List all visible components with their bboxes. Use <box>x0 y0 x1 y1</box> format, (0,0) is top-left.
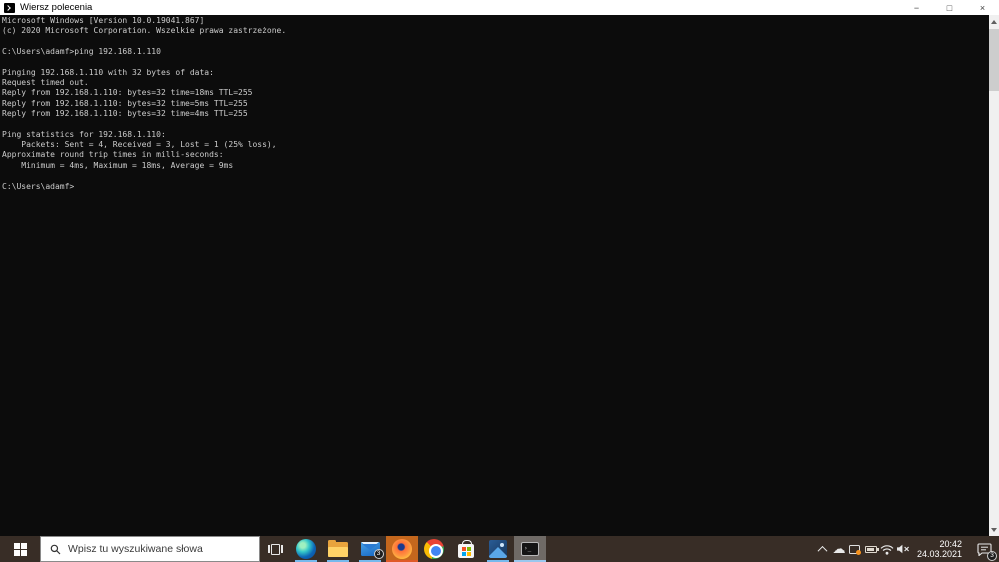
console-line: Reply from 192.168.1.110: bytes=32 time=… <box>2 109 248 119</box>
console-output[interactable]: Microsoft Windows [Version 10.0.19041.86… <box>0 15 989 536</box>
window-controls: − □ × <box>900 0 999 15</box>
close-button[interactable]: × <box>966 0 999 15</box>
desktop-screen: Wiersz polecenia − □ × Microsoft Windows… <box>0 0 999 562</box>
display-notification-icon <box>849 544 862 555</box>
display-notification-button[interactable] <box>847 536 863 562</box>
show-hidden-icons-button[interactable] <box>815 536 831 562</box>
volume-button[interactable] <box>895 536 911 562</box>
battery-icon <box>864 545 879 553</box>
taskbar-app-store[interactable] <box>450 536 482 562</box>
scroll-up-icon[interactable] <box>989 15 999 28</box>
console-line: Minimum = 4ms, Maximum = 18ms, Average =… <box>2 160 234 170</box>
taskbar-app-firefox[interactable] <box>386 536 418 562</box>
task-view-icon <box>267 543 283 555</box>
console-line: Pinging 192.168.1.110 with 32 bytes of d… <box>2 67 214 77</box>
console-scrollbar[interactable] <box>989 15 999 536</box>
taskbar-search[interactable] <box>40 536 260 562</box>
taskbar-app-mail[interactable]: 3 <box>354 536 386 562</box>
minimize-button[interactable]: − <box>900 0 933 15</box>
console-line: Reply from 192.168.1.110: bytes=32 time=… <box>2 98 248 108</box>
console-line: Request timed out. <box>2 78 89 88</box>
chevron-up-icon <box>818 545 828 556</box>
command-prompt-icon: ›_ <box>521 542 539 556</box>
onedrive-tray-button[interactable]: ☁ <box>831 536 847 562</box>
taskbar-app-file-explorer[interactable] <box>322 536 354 562</box>
cmd-app-icon <box>4 2 15 13</box>
console-line: C:\Users\adamf>ping 192.168.1.110 <box>2 47 161 57</box>
file-explorer-icon <box>328 539 348 557</box>
mail-badge: 3 <box>373 549 384 559</box>
console-line: Microsoft Windows [Version 10.0.19041.86… <box>2 16 205 25</box>
edge-icon <box>296 539 316 559</box>
mail-icon: 3 <box>360 542 384 559</box>
taskbar-clock[interactable]: 20:42 24.03.2021 <box>917 539 962 560</box>
clock-date: 24.03.2021 <box>916 549 962 559</box>
photos-icon <box>489 540 507 558</box>
console-line: (c) 2020 Microsoft Corporation. Wszelkie… <box>2 26 287 36</box>
window-title: Wiersz polecenia <box>20 2 93 13</box>
taskbar-app-chrome[interactable] <box>418 536 450 562</box>
start-button[interactable] <box>0 536 40 562</box>
taskbar-app-photos[interactable] <box>482 536 514 562</box>
wifi-icon <box>880 544 894 555</box>
chrome-icon <box>424 539 444 559</box>
battery-button[interactable] <box>863 536 879 562</box>
console-line: Reply from 192.168.1.110: bytes=32 time=… <box>2 88 253 98</box>
scroll-down-icon[interactable] <box>989 523 999 536</box>
action-center-button[interactable]: 3 <box>969 536 999 562</box>
clock-time: 20:42 <box>939 538 962 549</box>
network-button[interactable] <box>879 536 895 562</box>
console-line: Approximate round trip times in milli-se… <box>2 150 224 160</box>
windows-logo-icon <box>13 542 27 556</box>
window-titlebar[interactable]: Wiersz polecenia − □ × <box>0 0 999 15</box>
search-icon <box>50 544 61 554</box>
search-input[interactable] <box>68 537 259 561</box>
scrollbar-thumb[interactable] <box>989 29 999 91</box>
firefox-icon <box>392 539 412 559</box>
onedrive-cloud-icon: ☁ <box>832 541 846 557</box>
taskbar-app-command-prompt[interactable]: ›_ <box>514 536 546 562</box>
microsoft-store-icon <box>458 540 474 558</box>
system-tray: ☁ 20:42 24.03.2021 3 <box>815 536 999 562</box>
task-view-button[interactable] <box>260 536 290 562</box>
taskbar-app-edge[interactable] <box>290 536 322 562</box>
console-line: C:\Users\adamf> <box>2 181 75 191</box>
console-line: Packets: Sent = 4, Received = 3, Lost = … <box>2 140 277 150</box>
action-center-badge: 3 <box>987 551 997 561</box>
console-line: Ping statistics for 192.168.1.110: <box>2 129 166 139</box>
taskbar: 3 ›_ ☁ <box>0 536 999 562</box>
volume-muted-icon <box>896 544 909 554</box>
maximize-button[interactable]: □ <box>933 0 966 15</box>
